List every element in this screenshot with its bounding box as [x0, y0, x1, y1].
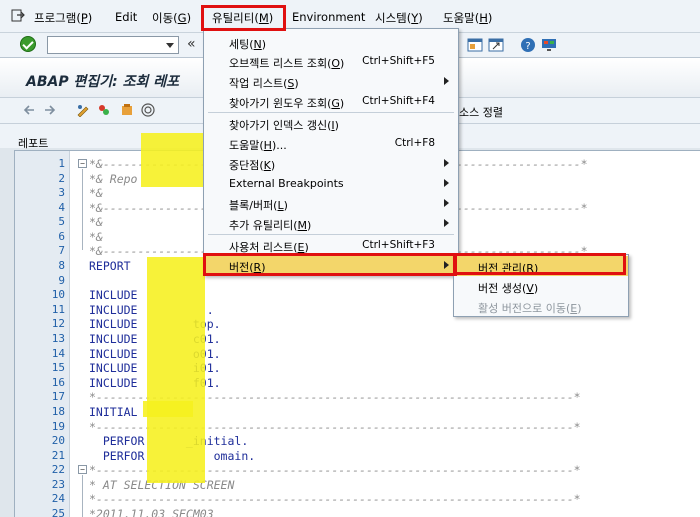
submenu-arrow-icon: [444, 219, 449, 227]
help-icon[interactable]: ?: [520, 37, 536, 53]
line-number: 19: [51, 420, 65, 433]
line-number-gutter: 1 2 3 4 5 6 7 8 9 10 11 12 13 14 15 16 1…: [15, 151, 70, 517]
shortcut-text: Ctrl+Shift+F3: [362, 239, 435, 251]
submenu-item-goto-active-version: 활성 버전으로 이동(E): [478, 302, 582, 315]
chevron-down-icon[interactable]: [166, 43, 174, 48]
line-number: 4: [58, 201, 65, 214]
line-number: 24: [51, 492, 65, 505]
menu-item-help[interactable]: 도움말(H)... Ctrl+F8: [204, 133, 458, 153]
code-line: REPORT: [89, 259, 131, 273]
callout-box-utilities-menu: [201, 5, 286, 31]
menu-icon[interactable]: [11, 9, 25, 22]
line-number: 9: [58, 274, 65, 287]
line-number: 15: [51, 361, 65, 374]
activate-icon[interactable]: [97, 103, 111, 117]
line-number: 20: [51, 434, 65, 447]
line-number: 2: [58, 172, 65, 185]
line-number: 13: [51, 332, 65, 345]
menu-item-worklist[interactable]: 작업 리스트(S): [204, 71, 458, 91]
menu-help[interactable]: 도움말(H): [443, 10, 492, 26]
line-number: 23: [51, 478, 65, 491]
report-label: 레포트: [18, 137, 49, 150]
object-icon[interactable]: [120, 103, 134, 117]
line-number: 21: [51, 449, 65, 462]
line-number: 8: [58, 259, 65, 272]
menu-environment[interactable]: Environment: [292, 10, 365, 24]
line-number: 18: [51, 405, 65, 418]
line-number: 11: [51, 303, 65, 316]
line-number: 3: [58, 186, 65, 199]
menu-edit[interactable]: Edit: [115, 10, 137, 24]
redaction-highlight: [143, 401, 193, 417]
source-sort-button[interactable]: 소스 정렬: [459, 104, 503, 120]
menu-item-object-list[interactable]: 오브젝트 리스트 조회(O) Ctrl+Shift+F5: [204, 51, 458, 71]
enter-check-icon[interactable]: [20, 36, 36, 52]
code-line: *&: [89, 215, 103, 229]
submenu-arrow-icon: [444, 77, 449, 85]
redaction-highlight: [141, 133, 211, 187]
forward-arrow-icon[interactable]: [43, 103, 57, 117]
line-number: 25: [51, 507, 65, 517]
menu-program[interactable]: 프로그램(P): [34, 10, 92, 26]
utilities-menu: 세팅(N) 오브젝트 리스트 조회(O) Ctrl+Shift+F5 작업 리스…: [203, 28, 459, 276]
line-number: 22: [51, 463, 65, 476]
page-title: ABAP 편집기: 조회 레포: [26, 74, 179, 90]
line-number: 14: [51, 347, 65, 360]
code-line: INITIAL: [89, 405, 138, 419]
new-session-icon[interactable]: [488, 37, 504, 53]
menu-item-breakpoints[interactable]: 중단점(K): [204, 153, 458, 173]
shortcut-text: Ctrl+Shift+F4: [362, 95, 435, 107]
shortcut-text: Ctrl+F8: [394, 137, 435, 149]
line-number: 6: [58, 230, 65, 243]
line-number: 1: [58, 157, 65, 170]
line-number: 10: [51, 288, 65, 301]
code-line: *&: [89, 186, 103, 200]
fold-guide: [82, 475, 83, 517]
menu-system[interactable]: 시스템(Y): [375, 10, 423, 26]
code-line: *2011.11.03 SECM03: [89, 507, 214, 517]
rewind-icon[interactable]: «: [187, 36, 196, 52]
callout-box-version-item: [203, 253, 457, 276]
menu-item-where-used-list[interactable]: 사용처 리스트(E) Ctrl+Shift+F3: [204, 235, 458, 255]
menu-goto[interactable]: 이동(G): [152, 10, 191, 26]
callout-box-version-management: [453, 253, 626, 275]
code-line: *---------------------------------------…: [89, 492, 581, 506]
menu-item-settings[interactable]: 세팅(N): [204, 32, 458, 52]
submenu-arrow-icon: [444, 179, 449, 187]
line-number: 5: [58, 215, 65, 228]
fold-toggle-icon[interactable]: −: [78, 159, 87, 168]
line-number: 16: [51, 376, 65, 389]
menu-item-navigation-window[interactable]: 찾아가기 윈도우 조회(G) Ctrl+Shift+F4: [204, 91, 458, 111]
code-line: *&: [89, 230, 103, 244]
redaction-highlight: [147, 257, 205, 483]
line-number: 12: [51, 317, 65, 330]
line-number: 17: [51, 390, 65, 403]
menu-item-more-utilities[interactable]: 추가 유틸리티(M): [204, 213, 458, 233]
menu-item-external-breakpoints[interactable]: External Breakpoints: [204, 173, 458, 193]
monitor-icon[interactable]: [541, 37, 557, 53]
submenu-item-create-version[interactable]: 버전 생성(V): [454, 276, 628, 296]
code-line: *& Repo: [89, 172, 138, 186]
layout-icon[interactable]: [467, 37, 483, 53]
shortcut-text: Ctrl+Shift+F5: [362, 55, 435, 67]
fold-guide: [82, 169, 83, 250]
display-change-icon[interactable]: [76, 103, 90, 117]
target-icon[interactable]: [141, 103, 155, 117]
fold-toggle-icon[interactable]: −: [78, 465, 87, 474]
code-line: INCLUDE: [89, 288, 138, 302]
line-number: 7: [58, 244, 65, 257]
menu-item-update-index[interactable]: 찾아가기 인덱스 갱신(I): [204, 113, 458, 133]
command-field[interactable]: [47, 36, 179, 54]
svg-text:?: ?: [525, 41, 530, 52]
submenu-arrow-icon: [444, 159, 449, 167]
menu-item-block-buffer[interactable]: 블록/버퍼(L): [204, 193, 458, 213]
submenu-arrow-icon: [444, 199, 449, 207]
back-arrow-icon[interactable]: [22, 103, 36, 117]
